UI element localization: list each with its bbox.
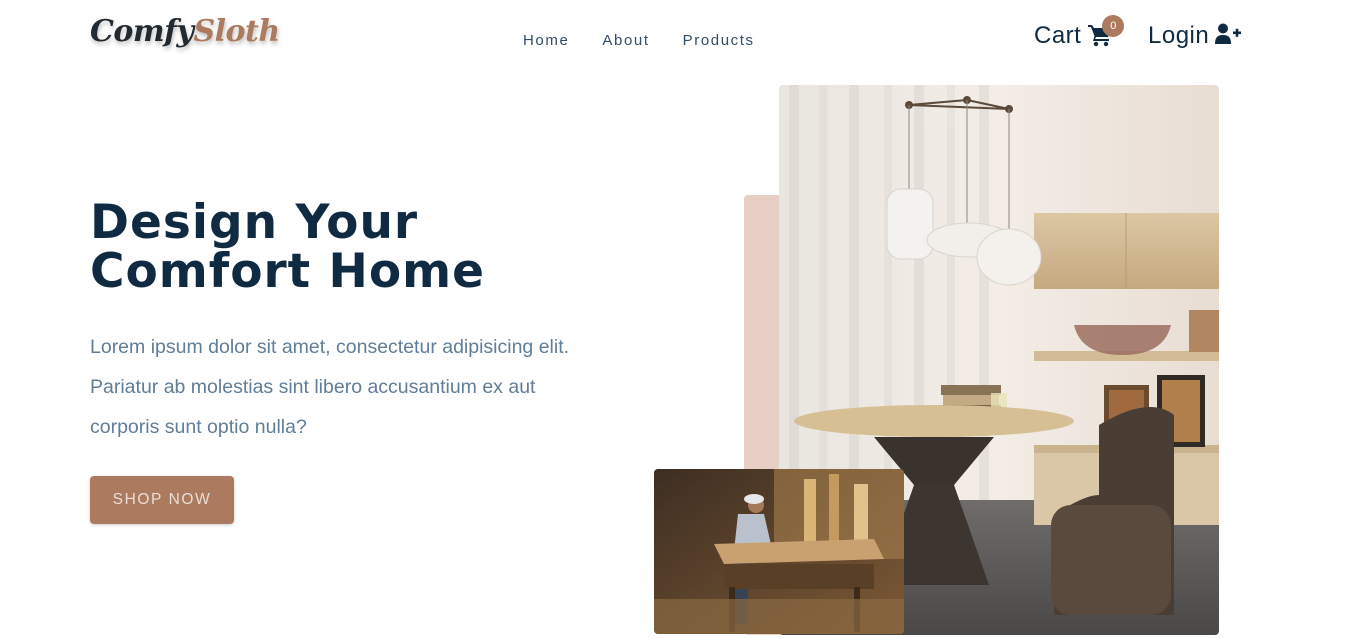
logo[interactable]: ComfySloth (90, 14, 280, 49)
hero-title: Design Your Comfort Home (90, 195, 485, 299)
login-button[interactable]: Login (1148, 22, 1242, 50)
hero-description: Lorem ipsum dolor sit amet, consectetur … (90, 336, 570, 438)
navbar: ComfySloth Home About Products Cart 0 Lo… (0, 0, 1347, 78)
login-label: Login (1148, 22, 1210, 49)
cart-label: Cart (1034, 22, 1082, 49)
landing-page: ComfySloth Home About Products Cart 0 Lo… (0, 0, 1347, 638)
cart-icon: 0 (1087, 15, 1125, 49)
nav-link-about[interactable]: About (602, 32, 649, 49)
nav-links: Home About Products (523, 30, 755, 49)
shop-now-button[interactable]: SHOP NOW (90, 476, 234, 524)
nav-link-home[interactable]: Home (523, 32, 569, 49)
user-plus-icon (1215, 23, 1242, 49)
nav-link-products[interactable]: Products (683, 32, 755, 49)
cart-count-badge: 0 (1102, 15, 1125, 37)
woodworker-image (654, 469, 904, 634)
cart-button[interactable]: Cart 0 (1034, 15, 1125, 50)
